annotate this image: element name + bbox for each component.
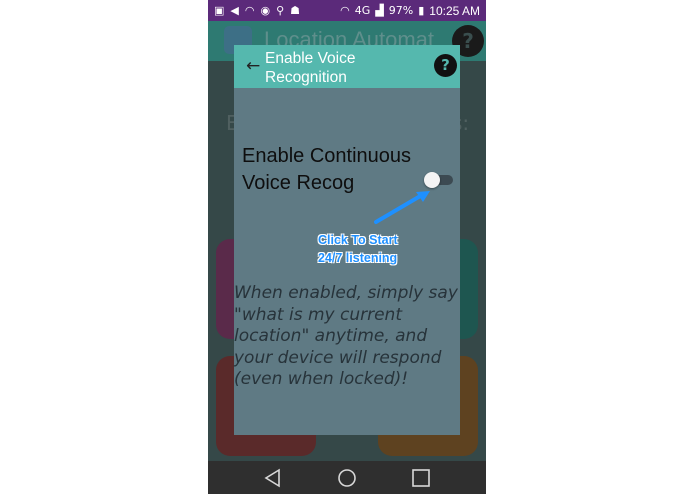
phone-screen: ▣ ◀ ◠ ◉ ⚲ ☗ ◠ 4G ▟ 97% ▮ 10:25 AM Locati… [208,0,486,494]
annotation-callout: Click To Start 24/7 listening [318,231,398,267]
notification-icon: ▣ [214,4,225,17]
annotation-line-2: 24/7 listening [318,251,398,265]
square-recents-icon[interactable] [406,463,436,493]
circle-home-icon[interactable] [332,463,362,493]
battery-percent: 97% [388,4,414,17]
usb-icon: ⚲ [276,4,285,17]
triangle-back-icon[interactable] [258,463,288,493]
wifi-signal-icon: ◠ [340,4,350,17]
annotation-line-1: Click To Start [318,233,398,247]
cell-signal-icon: ▟ [375,4,384,17]
status-bar: ▣ ◀ ◠ ◉ ⚲ ☗ ◠ 4G ▟ 97% ▮ 10:25 AM [208,0,486,21]
navigation-bar [208,461,486,494]
android-icon: ☗ [290,4,301,17]
wifi-icon: ◠ [244,4,255,17]
volume-icon: ◀ [230,4,239,17]
network-type: 4G [354,4,371,17]
battery-icon: ▮ [418,4,425,17]
chrome-icon: ◉ [260,4,271,17]
clock: 10:25 AM [429,3,480,18]
